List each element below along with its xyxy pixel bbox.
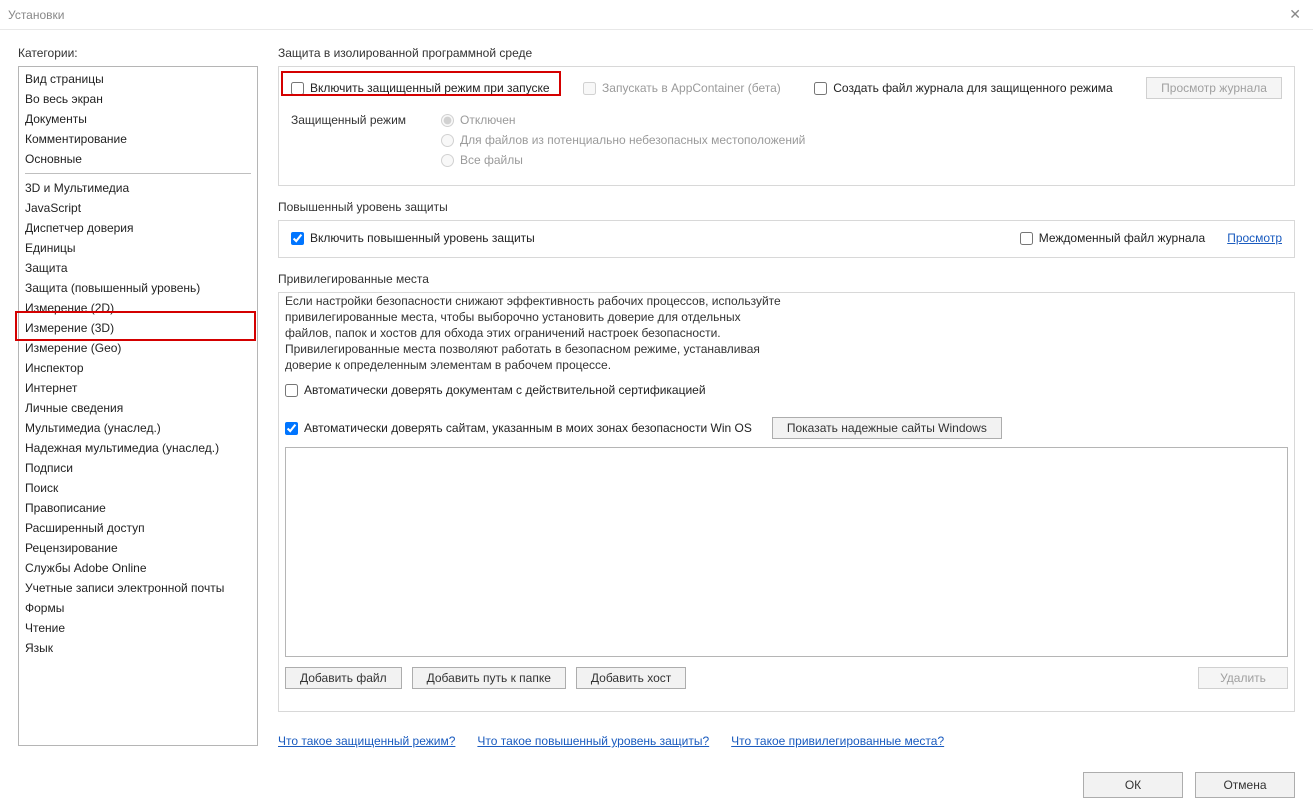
category-item[interactable]: Формы [19,598,257,618]
category-item[interactable]: Правописание [19,498,257,518]
category-item[interactable]: Защита [19,258,257,278]
category-item[interactable]: Рецензирование [19,538,257,558]
link-what-is-protected-mode[interactable]: Что такое защищенный режим? [278,734,455,748]
chk-enable-protected-mode-label: Включить защищенный режим при запуске [310,81,550,95]
category-item[interactable]: Учетные записи электронной почты [19,578,257,598]
category-item[interactable]: Основные [19,149,257,169]
category-item[interactable]: Инспектор [19,358,257,378]
chk-enable-protected-mode[interactable]: Включить защищенный режим при запуске [291,81,550,95]
link-what-is-privileged[interactable]: Что такое привилегированные места? [731,734,944,748]
radio-all: Все файлы [441,153,805,167]
section-privileged-title: Привилегированные места [278,272,1295,286]
btn-add-file[interactable]: Добавить файл [285,667,402,689]
privileged-description: Если настройки безопасности снижают эффе… [285,293,785,373]
chk-create-logfile-label: Создать файл журнала для защищенного реж… [833,81,1112,95]
chk-crossdomain-log-label: Междоменный файл журнала [1039,231,1205,245]
categories-listbox[interactable]: Вид страницыВо весь экранДокументыКоммен… [18,66,258,746]
category-divider [25,173,251,174]
chk-create-logfile[interactable]: Создать файл журнала для защищенного реж… [814,81,1112,95]
chk-crossdomain-log[interactable]: Междоменный файл журнала [1020,231,1205,245]
btn-show-trusted-sites[interactable]: Показать надежные сайты Windows [772,417,1002,439]
category-item[interactable]: Измерение (3D) [19,318,257,338]
btn-add-host[interactable]: Добавить хост [576,667,686,689]
category-item[interactable]: Язык [19,638,257,658]
category-item[interactable]: Мультимедиа (унаслед.) [19,418,257,438]
category-item[interactable]: Личные сведения [19,398,257,418]
category-item[interactable]: Единицы [19,238,257,258]
chk-enable-enhanced-label: Включить повышенный уровень защиты [310,231,535,245]
category-item[interactable]: 3D и Мультимедиа [19,178,257,198]
radio-unsafe: Для файлов из потенциально небезопасных … [441,133,805,147]
btn-view-log: Просмотр журнала [1146,77,1282,99]
chk-trust-cert[interactable]: Автоматически доверять документам с дейс… [285,383,1288,397]
section-enhanced: Включить повышенный уровень защиты Междо… [278,220,1295,258]
titlebar: Установки ✕ [0,0,1313,30]
btn-add-folder[interactable]: Добавить путь к папке [412,667,566,689]
close-icon[interactable]: ✕ [1285,6,1305,23]
category-item[interactable]: Службы Adobe Online [19,558,257,578]
chk-trust-winos-label: Автоматически доверять сайтам, указанным… [304,421,752,435]
category-item[interactable]: Защита (повышенный уровень) [19,278,257,298]
category-item[interactable]: Диспетчер доверия [19,218,257,238]
section-privileged: Если настройки безопасности снижают эффе… [278,292,1295,712]
btn-ok[interactable]: ОК [1083,772,1183,798]
radio-unsafe-label: Для файлов из потенциально небезопасных … [460,133,805,147]
section-enhanced-title: Повышенный уровень защиты [278,200,1295,214]
radio-off: Отключен [441,113,805,127]
chk-trust-cert-label: Автоматически доверять документам с дейс… [304,383,706,397]
category-item[interactable]: Подписи [19,458,257,478]
radio-off-label: Отключен [460,113,516,127]
chk-trust-winos[interactable]: Автоматически доверять сайтам, указанным… [285,421,752,435]
categories-label: Категории: [18,46,258,60]
btn-cancel[interactable]: Отмена [1195,772,1295,798]
category-item[interactable]: Чтение [19,618,257,638]
chk-enable-enhanced[interactable]: Включить повышенный уровень защиты [291,231,535,245]
category-item[interactable]: Надежная мультимедиа (унаслед.) [19,438,257,458]
chk-appcontainer-label: Запускать в AppContainer (бета) [602,81,781,95]
section-sandbox-title: Защита в изолированной программной среде [278,46,1295,60]
window-title: Установки [8,8,64,22]
chk-appcontainer: Запускать в AppContainer (бета) [583,81,781,95]
category-item[interactable]: JavaScript [19,198,257,218]
category-item[interactable]: Документы [19,109,257,129]
link-view-log[interactable]: Просмотр [1227,231,1282,245]
link-what-is-enhanced[interactable]: Что такое повышенный уровень защиты? [477,734,709,748]
dialog-footer: ОК Отмена [1083,772,1295,798]
category-item[interactable]: Интернет [19,378,257,398]
category-item[interactable]: Измерение (2D) [19,298,257,318]
privileged-listbox[interactable] [285,447,1288,657]
section-sandbox: Включить защищенный режим при запуске За… [278,66,1295,186]
category-item[interactable]: Во весь экран [19,89,257,109]
radio-all-label: Все файлы [460,153,523,167]
category-item[interactable]: Вид страницы [19,69,257,89]
btn-delete: Удалить [1198,667,1288,689]
category-item[interactable]: Комментирование [19,129,257,149]
category-item[interactable]: Расширенный доступ [19,518,257,538]
protected-mode-label: Защищенный режим [291,113,441,127]
category-item[interactable]: Измерение (Geo) [19,338,257,358]
category-item[interactable]: Поиск [19,478,257,498]
